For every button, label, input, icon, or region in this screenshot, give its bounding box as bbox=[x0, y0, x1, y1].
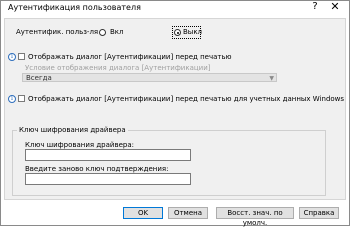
auth-off-radio[interactable] bbox=[174, 29, 181, 36]
show-dialog-checkbox[interactable] bbox=[18, 53, 25, 60]
driver-key-label: Ключ шифрования драйвера: bbox=[25, 141, 134, 149]
auth-on-radio[interactable] bbox=[99, 29, 106, 36]
auth-on-label[interactable]: Вкл bbox=[110, 28, 124, 36]
help-button[interactable]: Справка bbox=[299, 207, 339, 219]
close-icon[interactable]: ✕ bbox=[328, 0, 342, 13]
auth-off-label[interactable]: Выкл bbox=[183, 28, 202, 36]
driver-key-group-label: Ключ шифрования драйвера bbox=[19, 126, 126, 134]
cancel-button[interactable]: Отмена bbox=[168, 207, 208, 219]
show-dialog-label[interactable]: Отображать диалог [Аутентификации] перед… bbox=[28, 53, 232, 61]
info-icon: i bbox=[8, 53, 16, 61]
condition-label: Условие отображения диалога [Аутентифика… bbox=[25, 64, 211, 72]
driver-key-group: Ключ шифрования драйвера bbox=[12, 126, 326, 196]
window-title: Аутентификация пользователя bbox=[8, 3, 141, 12]
ok-button[interactable]: OK bbox=[123, 207, 163, 219]
confirm-key-input[interactable] bbox=[25, 173, 191, 185]
show-dialog-windows-label[interactable]: Отображать диалог [Аутентификации] перед… bbox=[28, 95, 344, 103]
condition-value: Всегда bbox=[26, 74, 52, 82]
restore-defaults-button[interactable]: Восст. знач. по умолч. bbox=[216, 207, 294, 227]
info-icon: i bbox=[8, 95, 16, 103]
condition-select: Всегда ▼ bbox=[22, 73, 277, 82]
help-icon[interactable]: ? bbox=[309, 1, 321, 12]
auth-label: Аутентифик. польз-ля bbox=[16, 28, 99, 36]
show-dialog-windows-checkbox[interactable] bbox=[18, 95, 25, 102]
driver-key-input[interactable] bbox=[25, 149, 191, 161]
chevron-down-icon: ▼ bbox=[269, 75, 274, 82]
confirm-key-label: Введите заново ключ подтверждения: bbox=[25, 165, 169, 173]
